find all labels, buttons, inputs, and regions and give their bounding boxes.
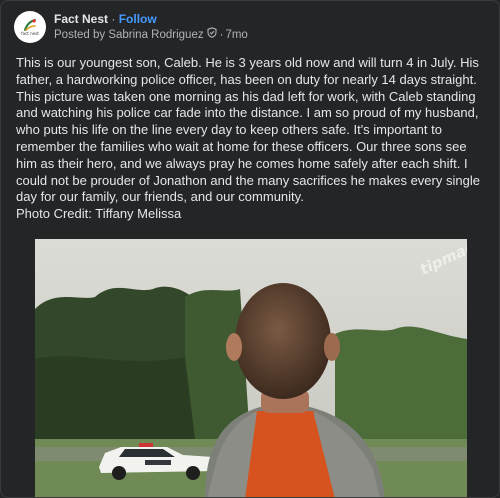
shield-icon (207, 26, 217, 43)
post-body: This is our youngest son, Caleb. He is 3… (16, 55, 490, 223)
avatar-caption: fact nest (21, 31, 39, 36)
post-meta: Fact Nest · Follow Posted by Sabrina Rod… (54, 12, 248, 43)
post-card: fact nest Fact Nest · Follow Posted by S… (0, 0, 500, 498)
page-avatar[interactable]: fact nest (14, 11, 46, 43)
separator-dot-2: · (219, 28, 224, 41)
name-line: Fact Nest · Follow (54, 12, 248, 27)
post-subline: Posted by Sabrina Rodriguez · 7mo (54, 26, 248, 43)
separator-dot: · (111, 11, 116, 26)
page-name-link[interactable]: Fact Nest (54, 12, 108, 26)
post-header: fact nest Fact Nest · Follow Posted by S… (14, 11, 248, 43)
post-timestamp[interactable]: 7mo (225, 27, 247, 43)
photo-credit: Photo Credit: Tiffany Melissa (16, 206, 182, 222)
fact-nest-logo-icon (24, 19, 36, 31)
post-photo[interactable]: tipmag.com (35, 239, 467, 497)
follow-button[interactable]: Follow (119, 12, 157, 26)
post-text: This is our youngest son, Caleb. He is 3… (16, 55, 480, 205)
posted-by-author[interactable]: Posted by Sabrina Rodriguez (54, 27, 204, 43)
